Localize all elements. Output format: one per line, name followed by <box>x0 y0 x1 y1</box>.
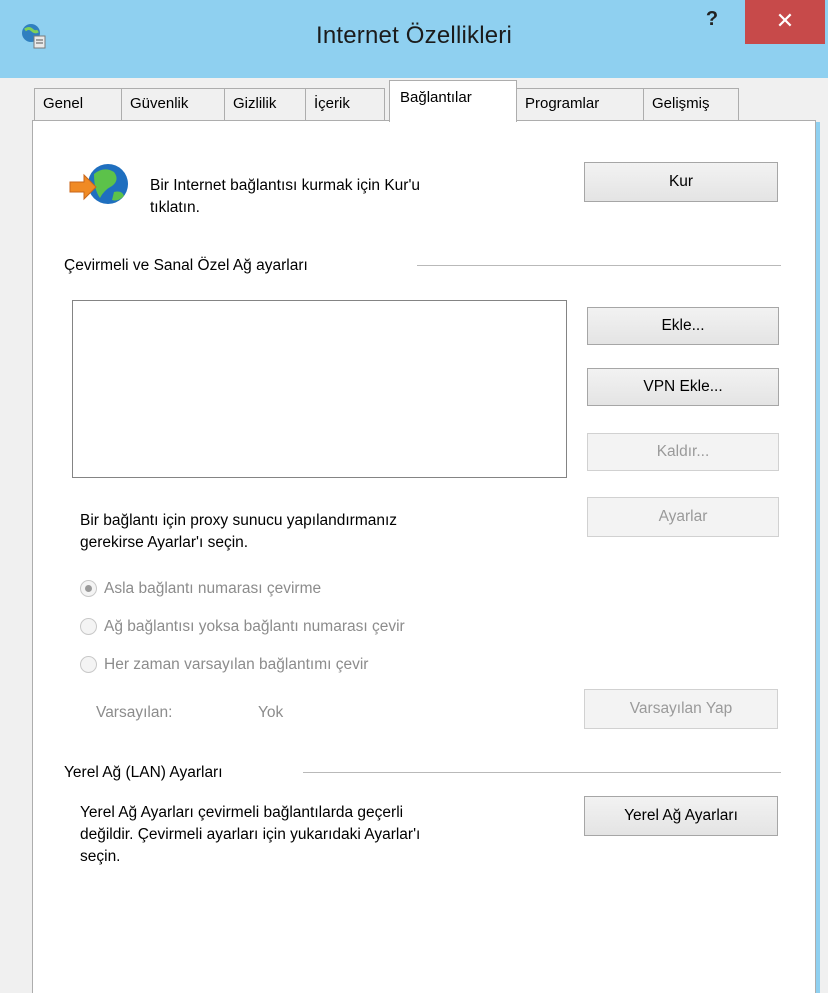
setup-text-line1: Bir Internet bağlantısı kurmak için Kur'… <box>150 177 421 194</box>
radio-always-dial-label[interactable]: Her zaman varsayılan bağlantımı çevir <box>104 654 368 675</box>
dialog-margin <box>12 122 32 993</box>
default-connection-value: Yok <box>258 704 284 721</box>
lan-text-line3: seçin. <box>80 848 121 865</box>
default-connection-label: Varsayılan: <box>96 704 173 721</box>
tab-programlar[interactable]: Programlar <box>516 88 644 120</box>
connections-panel <box>32 120 816 993</box>
setup-button[interactable]: Kur <box>584 162 778 202</box>
radio-dial-when-no-network[interactable] <box>80 618 97 635</box>
lan-text-line2: değildir. Çevirmeli ayarları için yukarı… <box>80 826 421 843</box>
radio-never-dial[interactable] <box>80 580 97 597</box>
close-button[interactable]: ✕ <box>745 0 825 44</box>
add-vpn-button[interactable]: VPN Ekle... <box>587 368 779 406</box>
proxy-settings-button[interactable]: Ayarlar <box>587 497 779 537</box>
title-bar[interactable]: Internet Özellikleri ? ✕ <box>0 0 828 78</box>
network-globe-icon <box>69 164 128 204</box>
tab-guvenlik[interactable]: Güvenlik <box>121 88 225 120</box>
radio-selected-dot <box>85 585 92 592</box>
radio-always-dial[interactable] <box>80 656 97 673</box>
lan-settings-button[interactable]: Yerel Ağ Ayarları <box>584 796 778 836</box>
setup-text-line2: tıklatın. <box>150 199 200 216</box>
proxy-text-line1: Bir bağlantı için proxy sunucu yapılandı… <box>80 512 398 529</box>
tab-gizlilik[interactable]: Gizlilik <box>224 88 306 120</box>
set-default-button[interactable]: Varsayılan Yap <box>584 689 778 729</box>
tab-genel[interactable]: Genel <box>34 88 122 120</box>
radio-dial-when-no-network-label[interactable]: Ağ bağlantısı yoksa bağlantı numarası çe… <box>104 616 405 637</box>
proxy-text-line2: gerekirse Ayarlar'ı seçin. <box>80 534 249 551</box>
lan-group-label: Yerel Ağ (LAN) Ayarları <box>64 764 223 781</box>
tab-icerik[interactable]: İçerik <box>305 88 385 120</box>
lan-group-divider <box>303 772 781 773</box>
add-connection-button[interactable]: Ekle... <box>587 307 779 345</box>
tab-baglantilar[interactable]: Bağlantılar <box>389 80 517 122</box>
connections-list[interactable] <box>72 300 567 478</box>
help-button[interactable]: ? <box>700 8 724 38</box>
dialup-group-label: Çevirmeli ve Sanal Özel Ağ ayarları <box>64 257 308 274</box>
remove-connection-button[interactable]: Kaldır... <box>587 433 779 471</box>
dialup-group-divider <box>417 265 781 266</box>
window-border-right <box>820 78 828 993</box>
radio-never-dial-label[interactable]: Asla bağlantı numarası çevirme <box>104 578 321 599</box>
window-border-left <box>0 78 12 993</box>
tab-gelismis[interactable]: Gelişmiş <box>643 88 739 120</box>
lan-text-line1: Yerel Ağ Ayarları çevirmeli bağlantılard… <box>80 804 404 821</box>
